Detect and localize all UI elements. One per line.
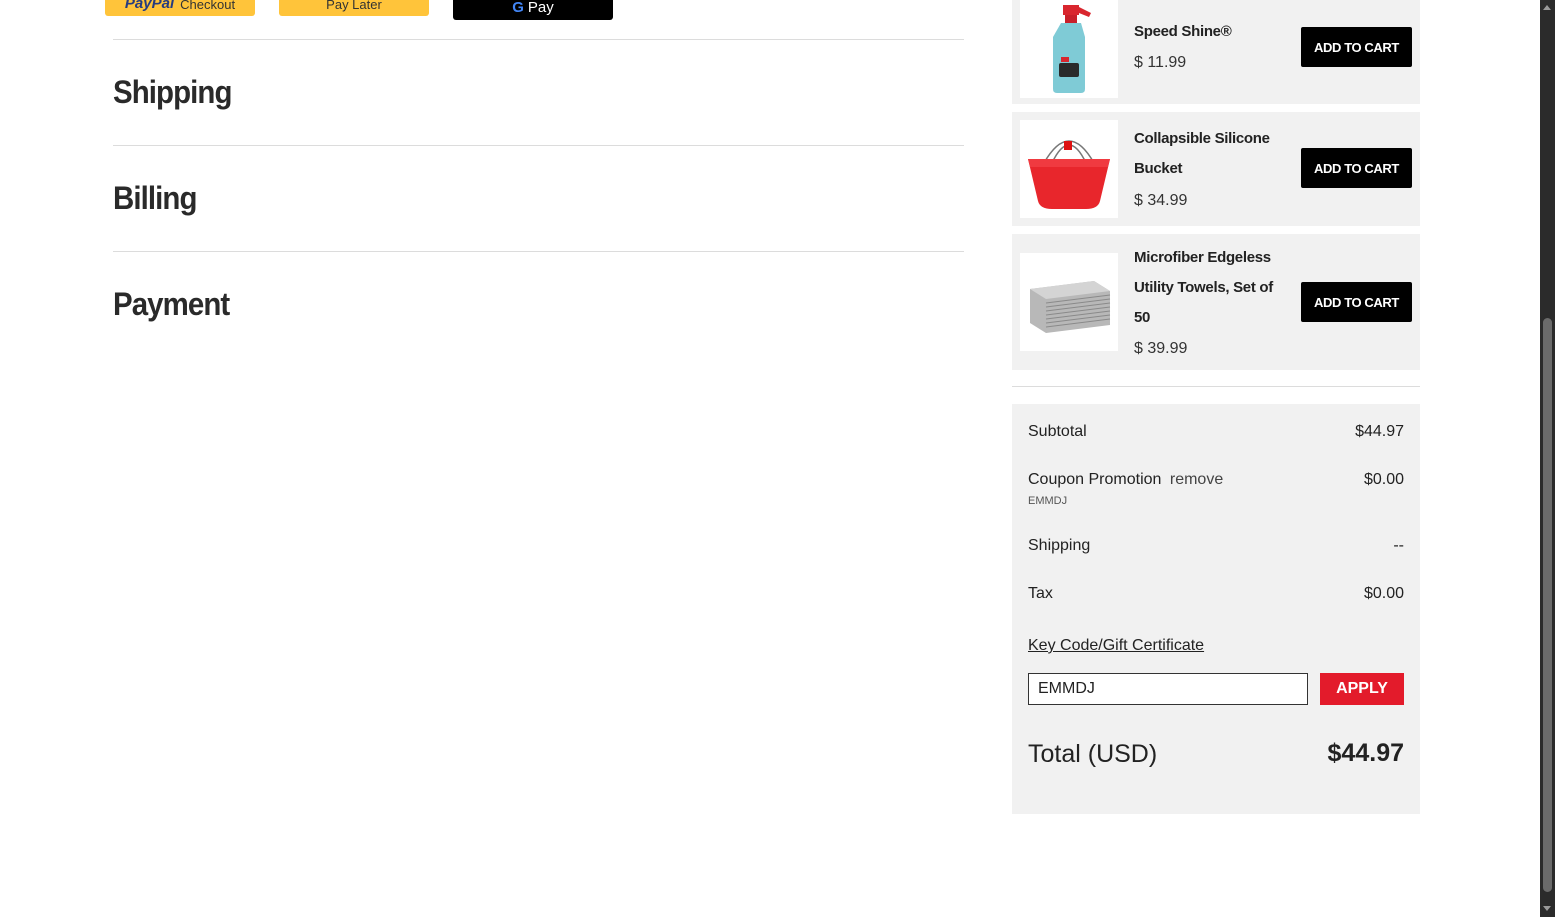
rec-product-name[interactable]: Speed Shine® [1134,17,1284,47]
coupon-value: $0.00 [1363,471,1404,488]
subtotal-label: Subtotal [1028,423,1087,440]
order-summary: Subtotal $44.97 Coupon Promotion remove … [1012,404,1420,814]
add-to-cart-button[interactable]: ADD TO CART [1301,27,1412,67]
tax-value: $0.00 [1363,585,1404,602]
apply-button[interactable]: APPLY [1320,673,1404,705]
keycode-gift-certificate-link[interactable]: Key Code/Gift Certificate [1028,637,1204,655]
add-to-cart-button[interactable]: ADD TO CART [1301,282,1412,322]
towels-icon [1020,253,1118,351]
shipping-value: -- [1393,537,1404,554]
tax-label: Tax [1028,585,1053,602]
scroll-down-arrow-icon[interactable] [1543,906,1551,911]
shipping-label: Shipping [1028,537,1091,554]
total-value: $44.97 [1327,739,1404,767]
rec-product-price: $ 34.99 [1134,192,1188,209]
recommendation-card: Speed Shine® $ 11.99 ADD TO CART [1012,0,1420,104]
scrollbar-thumb[interactable] [1543,318,1552,892]
google-pay-button[interactable]: G Pay [453,0,613,20]
recommendation-card: Collapsible Silicone Bucket $ 34.99 ADD … [1012,112,1420,226]
keycode-input[interactable] [1028,673,1308,705]
payment-heading: Payment [113,286,230,322]
rec-product-price: $ 11.99 [1134,54,1187,71]
bucket-icon [1020,120,1118,218]
paypal-logo: PayPal [124,0,175,12]
rec-product-name[interactable]: Microfiber Edgeless Utility Towels, Set … [1134,243,1284,333]
page-scrollbar[interactable] [1540,0,1555,917]
recommendation-card: Microfiber Edgeless Utility Towels, Set … [1012,234,1420,370]
checkout-page: PayPal Checkout Pay Later G Pay Shipping… [0,0,1555,917]
total-label: Total (USD) [1028,740,1158,768]
spray-bottle-icon [1020,0,1118,98]
coupon-code: EMMDJ [1028,495,1068,507]
paypal-checkout-button[interactable]: PayPal Checkout [105,0,255,16]
paypal-paylater-button[interactable]: Pay Later [279,0,429,16]
gpay-label: Pay [527,0,554,16]
scroll-up-arrow-icon[interactable] [1543,5,1551,10]
google-g-icon: G [512,0,524,16]
add-to-cart-button[interactable]: ADD TO CART [1301,148,1412,188]
shipping-section[interactable]: Shipping [113,39,964,144]
billing-section[interactable]: Billing [113,145,964,250]
shipping-heading: Shipping [113,74,232,110]
subtotal-value: $44.97 [1355,423,1404,440]
sidebar-divider [1012,386,1420,387]
paylater-label: Pay Later [326,0,382,12]
payment-section[interactable]: Payment [113,251,964,356]
coupon-label: Coupon Promotion [1028,471,1162,488]
coupon-row: Coupon Promotion remove [1028,471,1223,489]
rec-product-name[interactable]: Collapsible Silicone Bucket [1134,124,1284,184]
billing-heading: Billing [113,180,197,216]
coupon-remove-link[interactable]: remove [1170,471,1223,488]
paypal-checkout-label: Checkout [180,0,236,12]
rec-product-price: $ 39.99 [1134,340,1188,357]
